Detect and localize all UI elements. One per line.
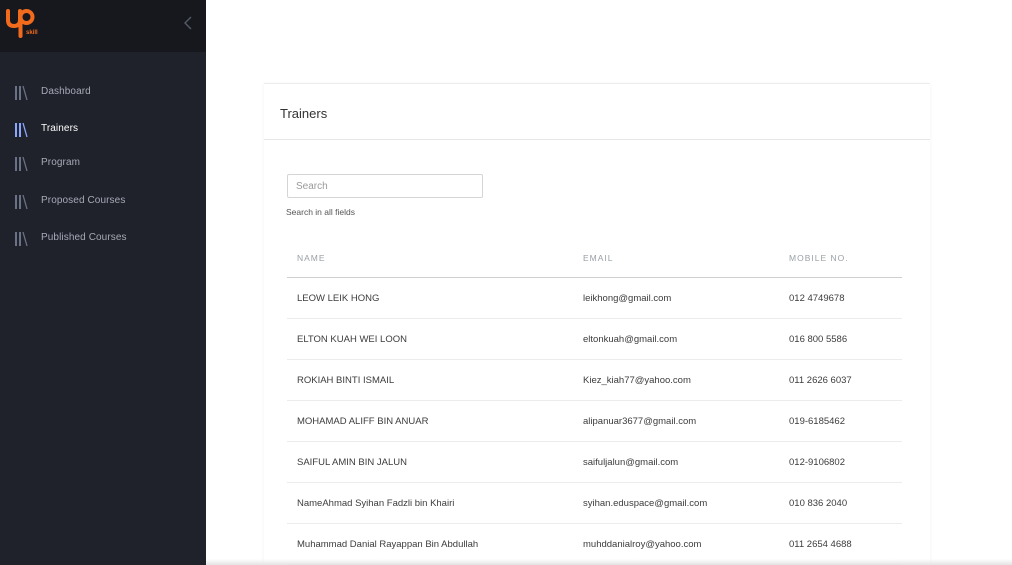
sidebar-item-label: Dashboard bbox=[41, 86, 91, 97]
sidebar-item-label: Trainers bbox=[41, 123, 79, 134]
trainer-mobile: 016 800 5586 bbox=[789, 334, 848, 345]
trainer-mobile: 012 4749678 bbox=[789, 293, 845, 304]
trainer-name: NameAhmad Syihan Fadzli bin Khairi bbox=[297, 498, 455, 509]
column-header-email[interactable]: EMAIL bbox=[583, 253, 614, 263]
menu-bars-icon bbox=[15, 156, 28, 172]
trainer-mobile: 011 2654 4688 bbox=[789, 539, 852, 550]
sidebar-item-program[interactable]: Program bbox=[0, 149, 206, 179]
collapse-chevron-icon[interactable] bbox=[181, 15, 195, 31]
sidebar-item-trainers[interactable]: Trainers bbox=[0, 115, 206, 145]
table-row[interactable]: ELTON KUAH WEI LOON eltonkuah@gmail.com 01… bbox=[287, 319, 902, 360]
search-hint: Search in all fields bbox=[286, 207, 355, 217]
search-input[interactable] bbox=[287, 174, 483, 198]
trainer-name: LEOW LEIK HONG bbox=[297, 293, 380, 304]
menu-bars-icon bbox=[15, 231, 28, 247]
trainer-email: syihan.eduspace@gmail.com bbox=[583, 498, 708, 509]
trainer-name: MOHAMAD ALIFF BIN ANUAR bbox=[297, 416, 429, 427]
sidebar-item-label: Proposed Courses bbox=[41, 195, 126, 206]
upskill-logo[interactable]: skill bbox=[4, 8, 44, 40]
trainer-email: muhddanialroy@yahoo.com bbox=[583, 539, 702, 550]
logo-text: skill bbox=[26, 30, 38, 36]
menu-bars-icon bbox=[15, 194, 28, 210]
sidebar-item-published-courses[interactable]: Published Courses bbox=[0, 224, 206, 254]
sidebar-item-label: Published Courses bbox=[41, 232, 127, 243]
column-header-mobile[interactable]: MOBILE NO. bbox=[789, 253, 849, 263]
table-row[interactable]: ROKIAH BINTI ISMAIL Kiez_kiah77@yahoo.com… bbox=[287, 360, 902, 401]
column-header-name[interactable]: NAME bbox=[297, 253, 326, 263]
menu-bars-icon bbox=[15, 85, 28, 101]
trainer-mobile: 010 836 2040 bbox=[789, 498, 848, 509]
sidebar-item-dashboard[interactable]: Dashboard bbox=[0, 78, 206, 108]
title-divider bbox=[264, 139, 930, 140]
menu-bars-icon bbox=[15, 122, 28, 138]
trainer-name: Muhammad Danial Rayappan Bin Abdullah bbox=[297, 539, 479, 550]
trainer-email: alipanuar3677@gmail.com bbox=[583, 416, 697, 427]
table-row[interactable]: MOHAMAD ALIFF BIN ANUAR alipanuar3677@gma… bbox=[287, 401, 902, 442]
scroll-fade bbox=[206, 559, 1012, 565]
trainer-email: saifuljalun@gmail.com bbox=[583, 457, 679, 468]
page-title: Trainers bbox=[280, 106, 328, 121]
trainer-mobile: 012-9106802 bbox=[789, 457, 845, 468]
table-row[interactable]: LEOW LEIK HONG leikhong@gmail.com 012 4749… bbox=[287, 278, 902, 319]
trainer-mobile: 011 2626 6037 bbox=[789, 375, 852, 386]
table-row[interactable]: SAIFUL AMIN BIN JALUN saifuljalun@gmail.c… bbox=[287, 442, 902, 483]
trainer-email: eltonkuah@gmail.com bbox=[583, 334, 678, 345]
trainer-mobile: 019-6185462 bbox=[789, 416, 845, 427]
trainer-name: ROKIAH BINTI ISMAIL bbox=[297, 375, 395, 386]
trainer-name: ELTON KUAH WEI LOON bbox=[297, 334, 407, 345]
sidebar-item-proposed-courses[interactable]: Proposed Courses bbox=[0, 187, 206, 217]
table-row[interactable]: NameAhmad Syihan Fadzli bin Khairi syihan… bbox=[287, 483, 902, 524]
trainer-name: SAIFUL AMIN BIN JALUN bbox=[297, 457, 407, 468]
sidebar-item-label: Program bbox=[41, 157, 81, 168]
trainer-email: Kiez_kiah77@yahoo.com bbox=[583, 375, 691, 386]
trainer-email: leikhong@gmail.com bbox=[583, 293, 672, 304]
